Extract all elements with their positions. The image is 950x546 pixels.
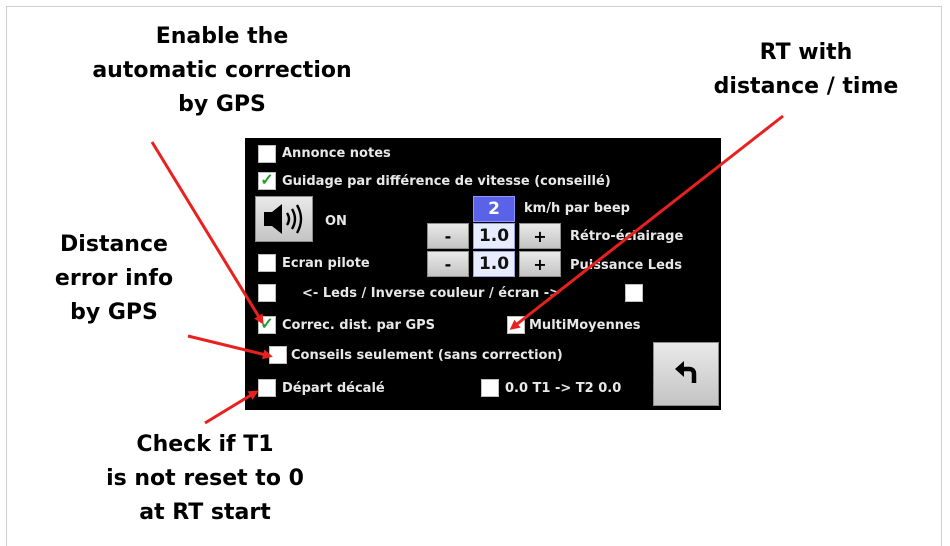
arrow-t1-reset	[204, 390, 259, 425]
arrow-distance-error	[187, 334, 273, 360]
arrow-gps-correction	[150, 141, 264, 325]
annotation-arrows	[150, 114, 784, 425]
arrow-rt-distance	[509, 114, 784, 330]
